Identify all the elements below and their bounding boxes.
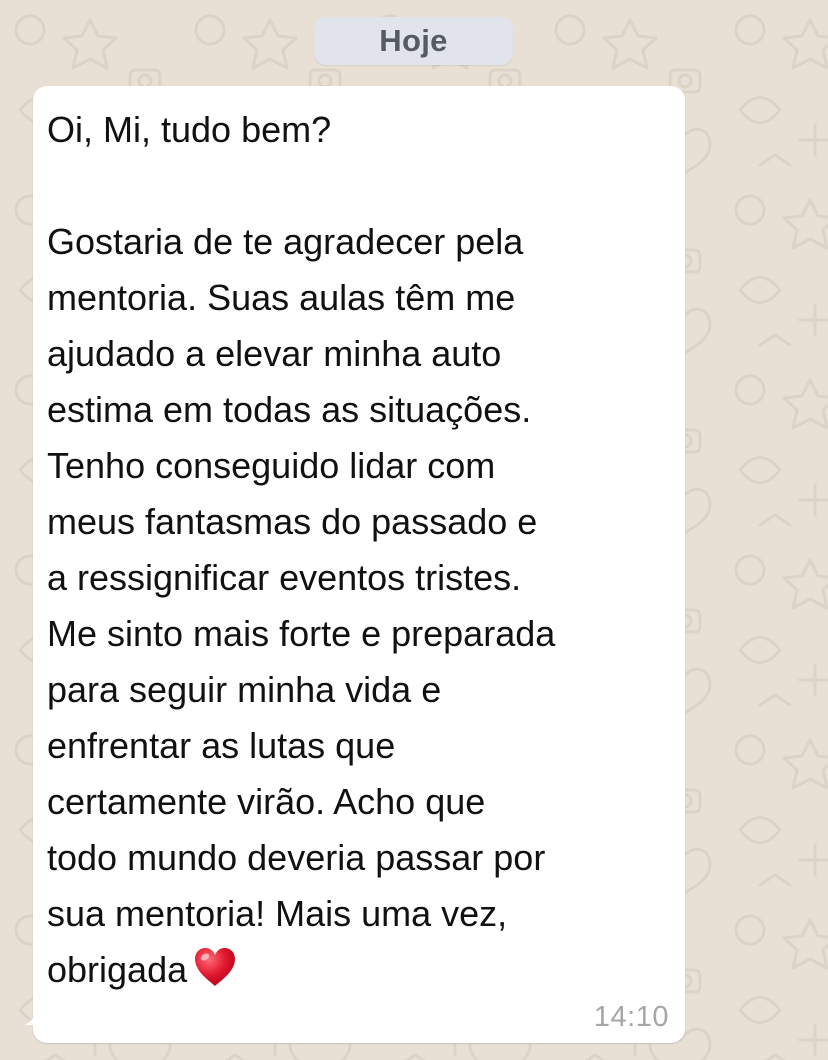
incoming-message-bubble[interactable]: Oi, Mi, tudo bem? Gostaria de te agradec…	[25, 86, 685, 1043]
message-line: a ressignificar eventos tristes.	[47, 557, 522, 598]
message-line: Me sinto mais forte e preparada	[47, 613, 556, 654]
message-line: Tenho conseguido lidar com	[47, 445, 496, 486]
red-heart-icon	[195, 948, 236, 986]
message-line: obrigada	[47, 942, 677, 998]
message-line: todo mundo deveria passar por	[47, 837, 546, 878]
date-divider-pill: Hoje	[314, 17, 513, 65]
date-divider-label: Hoje	[379, 23, 448, 58]
message-line: ajudado a elevar minha auto	[47, 333, 502, 374]
bubble-tail	[25, 995, 55, 1025]
message-line: sua mentoria! Mais uma vez,	[47, 893, 508, 934]
message-timestamp: 14:10	[593, 1001, 669, 1033]
message-line: Oi, Mi, tudo bem?	[47, 109, 332, 150]
message-line: meus fantasmas do passado e	[47, 501, 538, 542]
message-line: para seguir minha vida e	[47, 669, 442, 710]
message-line: estima em todas as situações.	[47, 389, 532, 430]
message-line: Gostaria de te agradecer pela	[47, 221, 524, 262]
message-line	[47, 158, 677, 214]
message-line: certamente virão. Acho que	[47, 781, 486, 822]
message-text: Oi, Mi, tudo bem? Gostaria de te agradec…	[47, 102, 677, 998]
message-line: mentoria. Suas aulas têm me	[47, 277, 516, 318]
message-line: enfrentar as lutas que	[47, 725, 396, 766]
